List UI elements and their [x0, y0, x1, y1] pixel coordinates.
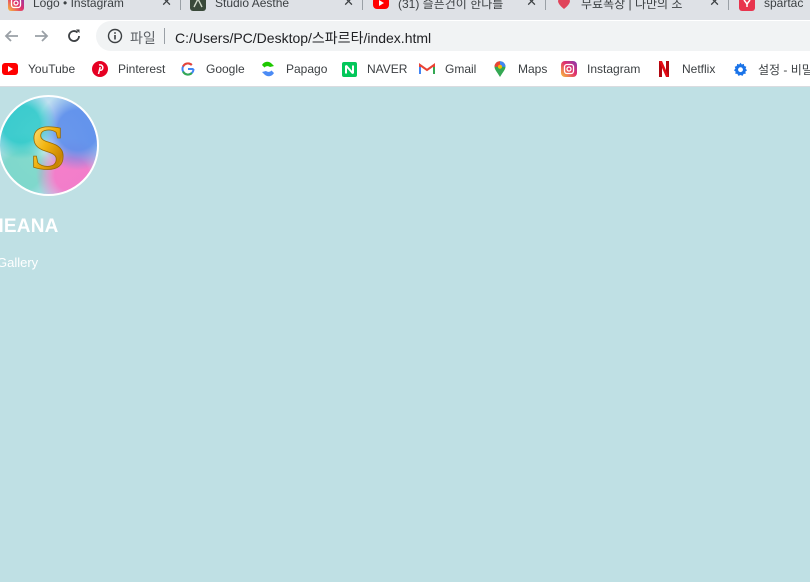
youtube-icon — [373, 0, 389, 9]
gmail-icon — [419, 61, 435, 77]
profile-logo-image: S — [0, 95, 99, 196]
protocol-label: 파일 — [130, 30, 156, 46]
forward-button[interactable] — [31, 25, 53, 47]
tab-youtube-video[interactable]: (31) 슬픈건이 한다를 ✕ — [373, 0, 537, 14]
bookmark-label: NAVER — [367, 62, 408, 76]
bookmark-label: YouTube — [28, 62, 76, 76]
close-tab-icon[interactable]: ✕ — [526, 0, 537, 10]
netflix-icon — [656, 61, 672, 77]
tab-strip: Logo • Instagram ✕ Studio Aesthe ✕ (31) … — [0, 0, 810, 20]
arrow-left-icon — [4, 30, 18, 42]
bookmark-label: 설정 - 비밀 — [758, 62, 810, 77]
instagram-icon — [561, 61, 577, 77]
google-icon — [180, 61, 196, 77]
bookmark-label: Maps — [518, 62, 548, 76]
tab-divider — [545, 0, 546, 10]
studio-aesthe-icon — [190, 0, 206, 11]
papago-icon — [260, 61, 276, 77]
tab-heart-site[interactable]: 무료폭장 | 나만의 조 ✕ — [556, 0, 720, 14]
bookmark-netflix[interactable]: Netflix — [656, 60, 715, 78]
bookmark-label: Netflix — [682, 62, 716, 76]
tab-title: (31) 슬픈건이 한다를 — [398, 0, 504, 11]
bookmark-label: Papago — [286, 62, 328, 76]
bookmark-label: Gmail — [445, 62, 477, 76]
bookmark-pinterest[interactable]: Pinterest — [92, 60, 165, 78]
tab-instagram[interactable]: Logo • Instagram ✕ — [8, 0, 172, 14]
info-icon[interactable] — [107, 28, 123, 44]
bookmark-naver[interactable]: NAVER — [341, 60, 407, 78]
address-bar[interactable]: 파일 C:/Users/PC/Desktop/스파르타/index.html — [96, 21, 810, 51]
close-tab-icon[interactable]: ✕ — [709, 0, 720, 10]
instagram-icon — [8, 0, 24, 11]
close-tab-icon[interactable]: ✕ — [161, 0, 172, 10]
pinterest-icon — [92, 61, 108, 77]
naver-icon — [341, 61, 357, 77]
nav-link-gallery[interactable]: Gallery — [0, 255, 38, 270]
bookmark-label: Google — [206, 62, 245, 76]
address-divider — [164, 28, 165, 44]
back-button[interactable] — [0, 25, 22, 47]
browser-toolbar: 파일 C:/Users/PC/Desktop/스파르타/index.html — [0, 20, 810, 52]
arrow-right-icon — [35, 30, 49, 42]
logo-letter: S — [30, 112, 66, 183]
bookmark-label: Pinterest — [118, 62, 166, 76]
tab-title: spartac — [764, 0, 804, 10]
bookmark-settings[interactable]: 설정 - 비밀 — [732, 60, 810, 78]
tab-title: Studio Aesthe — [215, 0, 290, 10]
bookmarks-bar: YouTube Pinterest Google Papago NAVER Gm… — [0, 52, 810, 87]
tab-sparta[interactable]: spartac — [739, 0, 810, 14]
tab-divider — [362, 0, 363, 10]
bookmark-label: Instagram — [587, 62, 641, 76]
bookmark-google[interactable]: Google — [180, 60, 245, 78]
settings-gear-icon — [732, 61, 748, 77]
tab-studio-aesthe[interactable]: Studio Aesthe ✕ — [190, 0, 354, 14]
bookmark-youtube[interactable]: YouTube — [2, 60, 75, 78]
bookmark-maps[interactable]: Maps — [492, 60, 547, 78]
tab-title: 무료폭장 | 나만의 조 — [581, 0, 683, 11]
tab-divider — [728, 0, 729, 10]
reload-icon — [68, 29, 80, 42]
site-title: HEANA — [0, 216, 59, 237]
youtube-icon — [2, 61, 18, 77]
sparta-icon — [739, 0, 755, 11]
url-text[interactable]: C:/Users/PC/Desktop/스파르타/index.html — [175, 28, 431, 48]
tab-divider — [180, 0, 181, 10]
maps-icon — [492, 61, 508, 77]
bookmark-instagram[interactable]: Instagram — [561, 60, 640, 78]
close-tab-icon[interactable]: ✕ — [343, 0, 354, 10]
s-monogram-icon: S — [30, 112, 66, 184]
reload-button[interactable] — [63, 25, 85, 47]
bookmark-papago[interactable]: Papago — [260, 60, 327, 78]
bookmark-gmail[interactable]: Gmail — [419, 60, 476, 78]
heart-site-icon — [556, 0, 572, 11]
tab-title: Logo • Instagram — [33, 0, 124, 10]
